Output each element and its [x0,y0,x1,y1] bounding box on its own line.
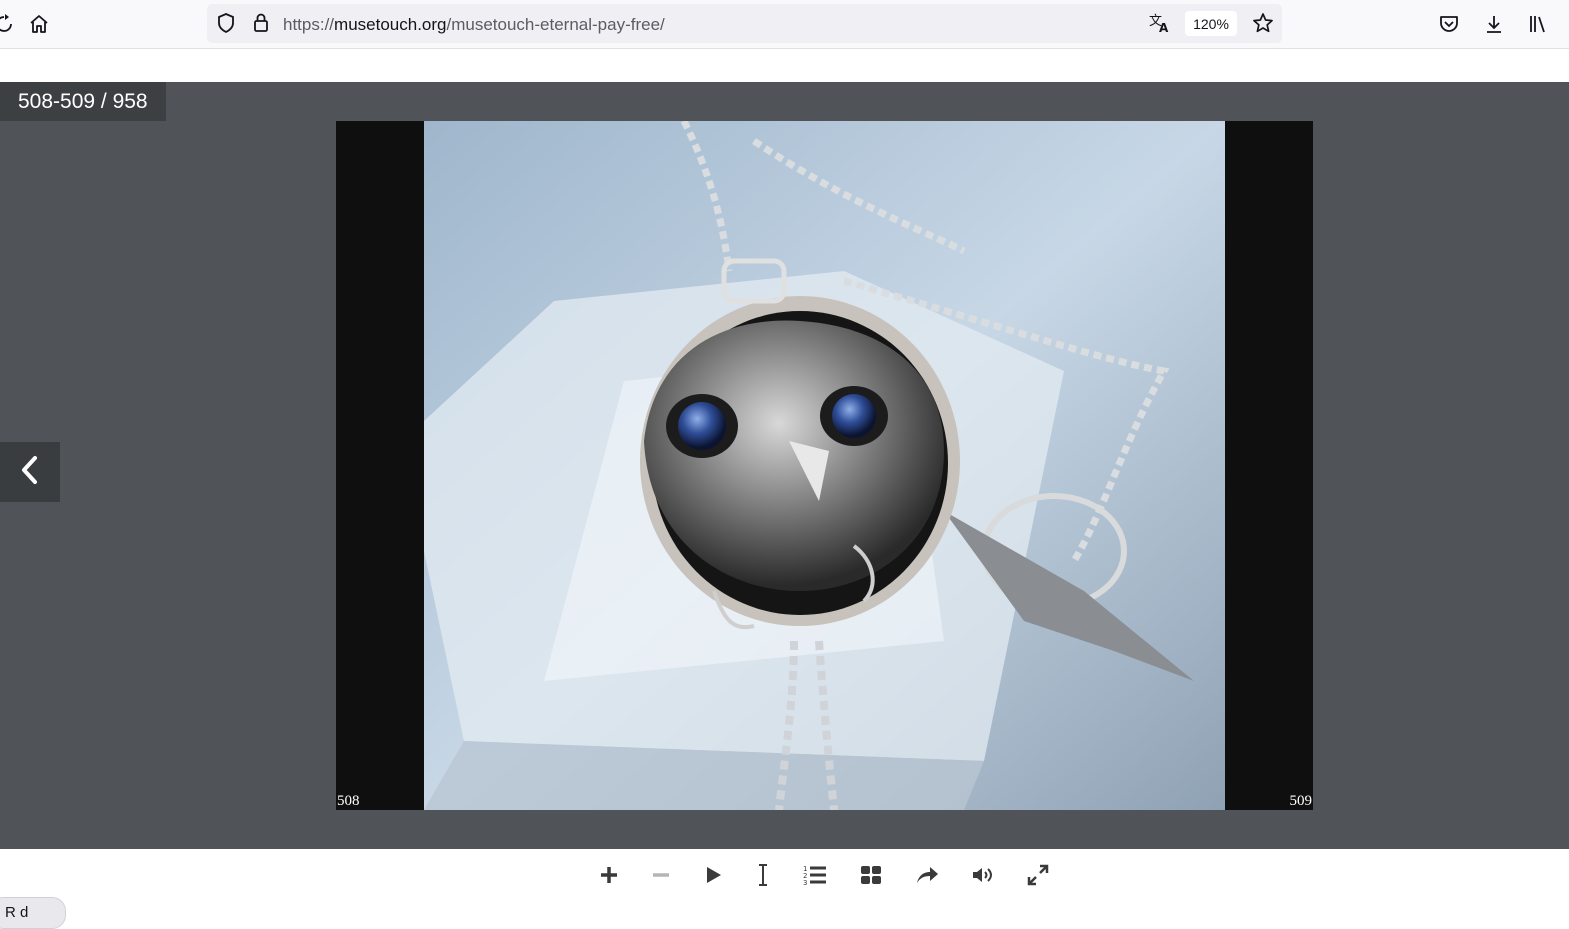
viewer-controls: 123 [0,849,1569,912]
svg-text:3: 3 [803,879,807,886]
reload-icon[interactable] [0,10,18,38]
zoom-level-badge[interactable]: 120% [1185,11,1237,36]
url-host: musetouch.org [334,15,447,34]
page-counter: 508-509 / 958 [0,82,166,121]
page-header-area [0,49,1569,82]
left-page-number: 508 [337,793,360,809]
thumbnails-icon [860,865,882,890]
sound-icon [971,865,995,890]
table-of-contents-icon: 123 [803,864,827,891]
thumbnails-button[interactable] [856,863,886,891]
home-icon[interactable] [25,10,53,38]
bottom-pill-label: R d [5,904,29,921]
zoom-in-icon [599,865,619,890]
text-select-button[interactable] [748,863,778,891]
fullscreen-button[interactable] [1023,863,1053,891]
zoom-out-icon [651,865,671,890]
url-text[interactable]: https://musetouch.org/musetouch-eternal-… [283,15,665,35]
share-button[interactable] [912,863,942,891]
star-icon[interactable] [1249,9,1277,37]
url-bar[interactable]: https://musetouch.org/musetouch-eternal-… [207,4,1282,43]
svg-text:A: A [1159,21,1169,34]
fullscreen-icon [1027,864,1049,891]
zoom-in-button[interactable] [594,863,624,891]
page-spread[interactable]: 508 509 [336,121,1313,810]
right-page-number: 509 [1289,793,1313,809]
spread-photo [424,121,1225,810]
bottom-pill[interactable]: R d [0,897,66,929]
translate-icon[interactable]: 文A [1146,9,1174,37]
shield-icon[interactable] [212,9,240,37]
sound-button[interactable] [968,863,998,891]
previous-page-button[interactable] [0,442,60,502]
download-icon[interactable] [1480,10,1508,38]
flipbook-viewer: 508-509 / 958 508 509 [0,82,1569,849]
play-icon [703,865,723,890]
share-icon [915,865,939,890]
lock-icon[interactable] [247,9,275,37]
url-prefix: https:// [283,15,335,34]
autoplay-button[interactable] [698,863,728,891]
url-path: /musetouch-eternal-pay-free/ [446,15,665,34]
text-cursor-icon [753,863,773,892]
browser-toolbar: https://musetouch.org/musetouch-eternal-… [0,0,1569,49]
zoom-out-button[interactable] [646,863,676,891]
table-of-contents-button[interactable]: 123 [800,863,830,891]
library-icon[interactable] [1525,10,1553,38]
chevron-left-icon [18,455,42,490]
pocket-icon[interactable] [1435,10,1463,38]
